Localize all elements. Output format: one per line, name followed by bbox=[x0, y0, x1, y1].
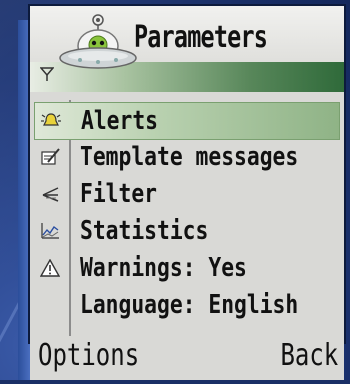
ufo-alien-icon bbox=[59, 14, 137, 69]
menu-item-label: Statistics bbox=[80, 216, 209, 246]
filter-icon bbox=[42, 187, 59, 202]
pencil-note-icon bbox=[41, 148, 60, 165]
menu-item-template-messages[interactable]: Template messages bbox=[34, 139, 338, 175]
softkey-bar: Options Back bbox=[30, 336, 344, 380]
back-softkey[interactable]: Back bbox=[280, 338, 338, 373]
window-frame-left bbox=[18, 20, 30, 380]
menu-item-warnings[interactable]: Warnings: Yes bbox=[34, 250, 338, 286]
options-softkey[interactable]: Options bbox=[38, 338, 139, 373]
bottom-frame bbox=[0, 380, 350, 384]
title-bar: Parameters bbox=[30, 6, 344, 92]
line-chart-icon bbox=[41, 223, 59, 239]
menu-item-label: Filter bbox=[80, 179, 158, 209]
menu-item-filter[interactable]: Filter bbox=[34, 176, 338, 212]
menu-item-label: Alerts bbox=[81, 106, 159, 136]
bell-alert-icon bbox=[41, 113, 61, 126]
menu-item-label: Template messages bbox=[80, 142, 299, 172]
menu-item-language[interactable]: Language: English bbox=[34, 287, 338, 323]
warning-triangle-icon bbox=[40, 259, 60, 277]
menu-item-statistics[interactable]: Statistics bbox=[34, 213, 338, 249]
menu-item-label: Language: English bbox=[80, 290, 299, 320]
menu-item-alerts[interactable]: Alerts bbox=[34, 102, 340, 140]
page-title: Parameters bbox=[134, 20, 268, 55]
signal-antenna-icon bbox=[40, 67, 54, 81]
phone-screen: Parameters Alerts Template messages Filt… bbox=[30, 6, 344, 342]
menu-item-label: Warnings: Yes bbox=[80, 253, 247, 283]
